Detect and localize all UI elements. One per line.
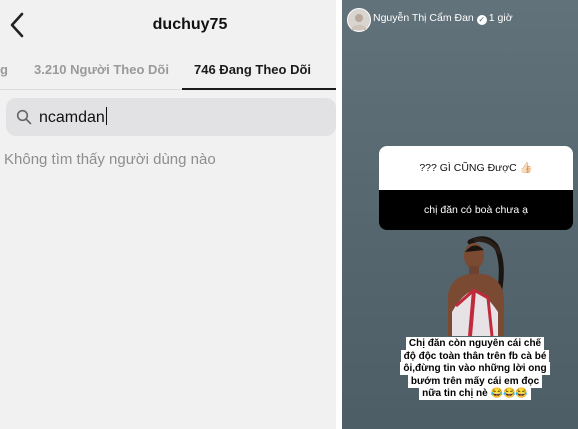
avatar[interactable] — [347, 8, 371, 32]
search-input-value: ncamdan — [39, 107, 107, 126]
verified-check-icon: ✓ — [476, 15, 487, 25]
search-icon — [16, 109, 32, 125]
profile-header: duchuy75 — [0, 0, 336, 52]
tab-followers[interactable]: 3.210 Người Theo Dõi — [34, 62, 169, 77]
thumbs-up-emoji: 👍🏻 — [519, 162, 533, 174]
facebook-story-panel: Nguyễn Thị Cẩm Đan ✓ 1 giờ ??? GÌ CŨNG Đượ… — [342, 0, 578, 429]
story-author-name[interactable]: Nguyễn Thị Cẩm Đan — [373, 12, 474, 24]
follow-tabs: g 3.210 Người Theo Dõi 746 Đang Theo Dõi — [0, 52, 336, 90]
story-author-line: Nguyễn Thị Cẩm Đan ✓ 1 giờ — [373, 12, 513, 25]
tab-following[interactable]: 746 Đang Theo Dõi — [194, 62, 311, 77]
tab-partial[interactable]: g — [0, 62, 8, 77]
athlete-photo — [448, 236, 504, 336]
story-time: 1 giờ — [488, 12, 513, 24]
text-caret — [105, 107, 107, 125]
active-tab-indicator — [182, 88, 336, 90]
profile-username: duchuy75 — [152, 16, 228, 33]
question-sticker: ??? GÌ CŨNG ĐượC 👍🏻 chị đăn có boà chưa … — [379, 146, 573, 230]
empty-results-message: Không tìm thấy người dùng nào — [4, 151, 216, 168]
instagram-following-panel: duchuy75 g 3.210 Người Theo Dõi 746 Đang… — [0, 0, 336, 429]
question-title: ??? GÌ CŨNG ĐượC 👍🏻 — [419, 162, 533, 174]
back-button[interactable] — [4, 8, 30, 42]
chevron-left-icon — [10, 12, 24, 38]
question-answer: chị đăn có boà chưa ạ — [424, 204, 528, 216]
question-answer-box: chị đăn có boà chưa ạ — [379, 190, 573, 230]
avatar-image-icon — [351, 14, 367, 30]
story-caption: Chị đăn còn nguyên cái chế độ độc toàn t… — [400, 337, 550, 401]
search-input[interactable]: ncamdan — [6, 98, 336, 136]
question-sticker-header: ??? GÌ CŨNG ĐượC 👍🏻 — [379, 146, 573, 190]
